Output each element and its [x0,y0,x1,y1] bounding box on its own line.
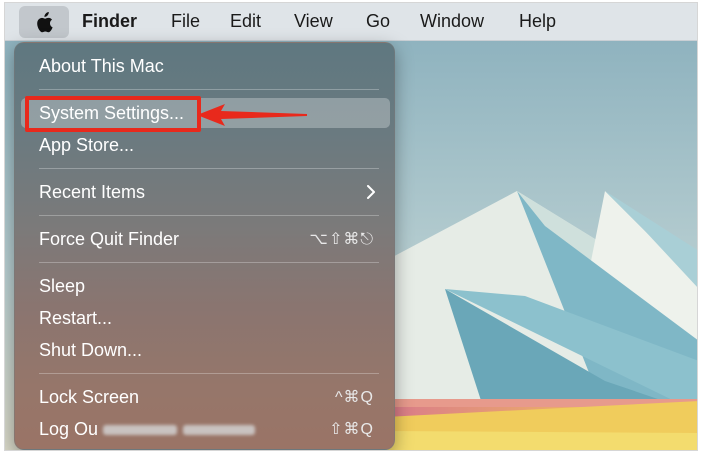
menu-item-label: Recent Items [39,182,146,202]
chevron-right-icon [367,185,375,199]
menu-item-label: App Store... [39,135,135,155]
menu-view[interactable]: View [294,11,333,32]
menu-item-label: About This Mac [39,56,164,76]
menu-item-force-quit[interactable]: Force Quit Finder ⌥⇧⌘⎋ [15,224,396,254]
force-quit-shortcut: ⌥⇧⌘⎋ [309,231,374,248]
lock-screen-shortcut: ^⌘Q [335,389,374,406]
menu-item-label: Force Quit Finder [39,229,180,249]
menu-item-shut-down[interactable]: Shut Down... [15,335,396,365]
apple-logo-icon [37,12,53,33]
menu-item-recent-items[interactable]: Recent Items [15,177,396,207]
menu-separator [39,373,379,374]
screenshot-frame: Finder File Edit View Go Window Help Abo… [4,2,698,451]
log-out-shortcut: ⇧⌘Q [329,421,374,438]
menu-item-label: Shut Down... [39,340,143,360]
menu-item-about-this-mac[interactable]: About This Mac [15,51,396,81]
menu-bar: Finder File Edit View Go Window Help [5,3,697,41]
menu-edit[interactable]: Edit [230,11,261,32]
menu-window[interactable]: Window [420,11,484,32]
menu-finder[interactable]: Finder [82,11,137,32]
menu-item-app-store[interactable]: App Store... [15,130,396,160]
menu-item-label: Sleep [39,276,86,296]
highlight-box [25,96,201,132]
menu-separator [39,89,379,90]
menu-item-log-out[interactable]: Log Ou ⇧⌘Q [15,414,396,444]
red-arrow-icon [197,104,307,126]
menu-file[interactable]: File [171,11,200,32]
redacted-username [103,425,177,435]
menu-separator [39,262,379,263]
menu-go[interactable]: Go [366,11,390,32]
menu-item-sleep[interactable]: Sleep [15,271,396,301]
menu-separator [39,168,379,169]
apple-menu-button[interactable] [19,6,69,38]
redacted-username [183,425,255,435]
menu-item-restart[interactable]: Restart... [15,303,396,333]
menu-help[interactable]: Help [519,11,556,32]
menu-item-label: Restart... [39,308,113,328]
menu-separator [39,215,379,216]
menu-item-lock-screen[interactable]: Lock Screen ^⌘Q [15,382,396,412]
menu-item-label: Lock Screen [39,387,140,407]
menu-item-label: Log Ou [39,419,99,439]
